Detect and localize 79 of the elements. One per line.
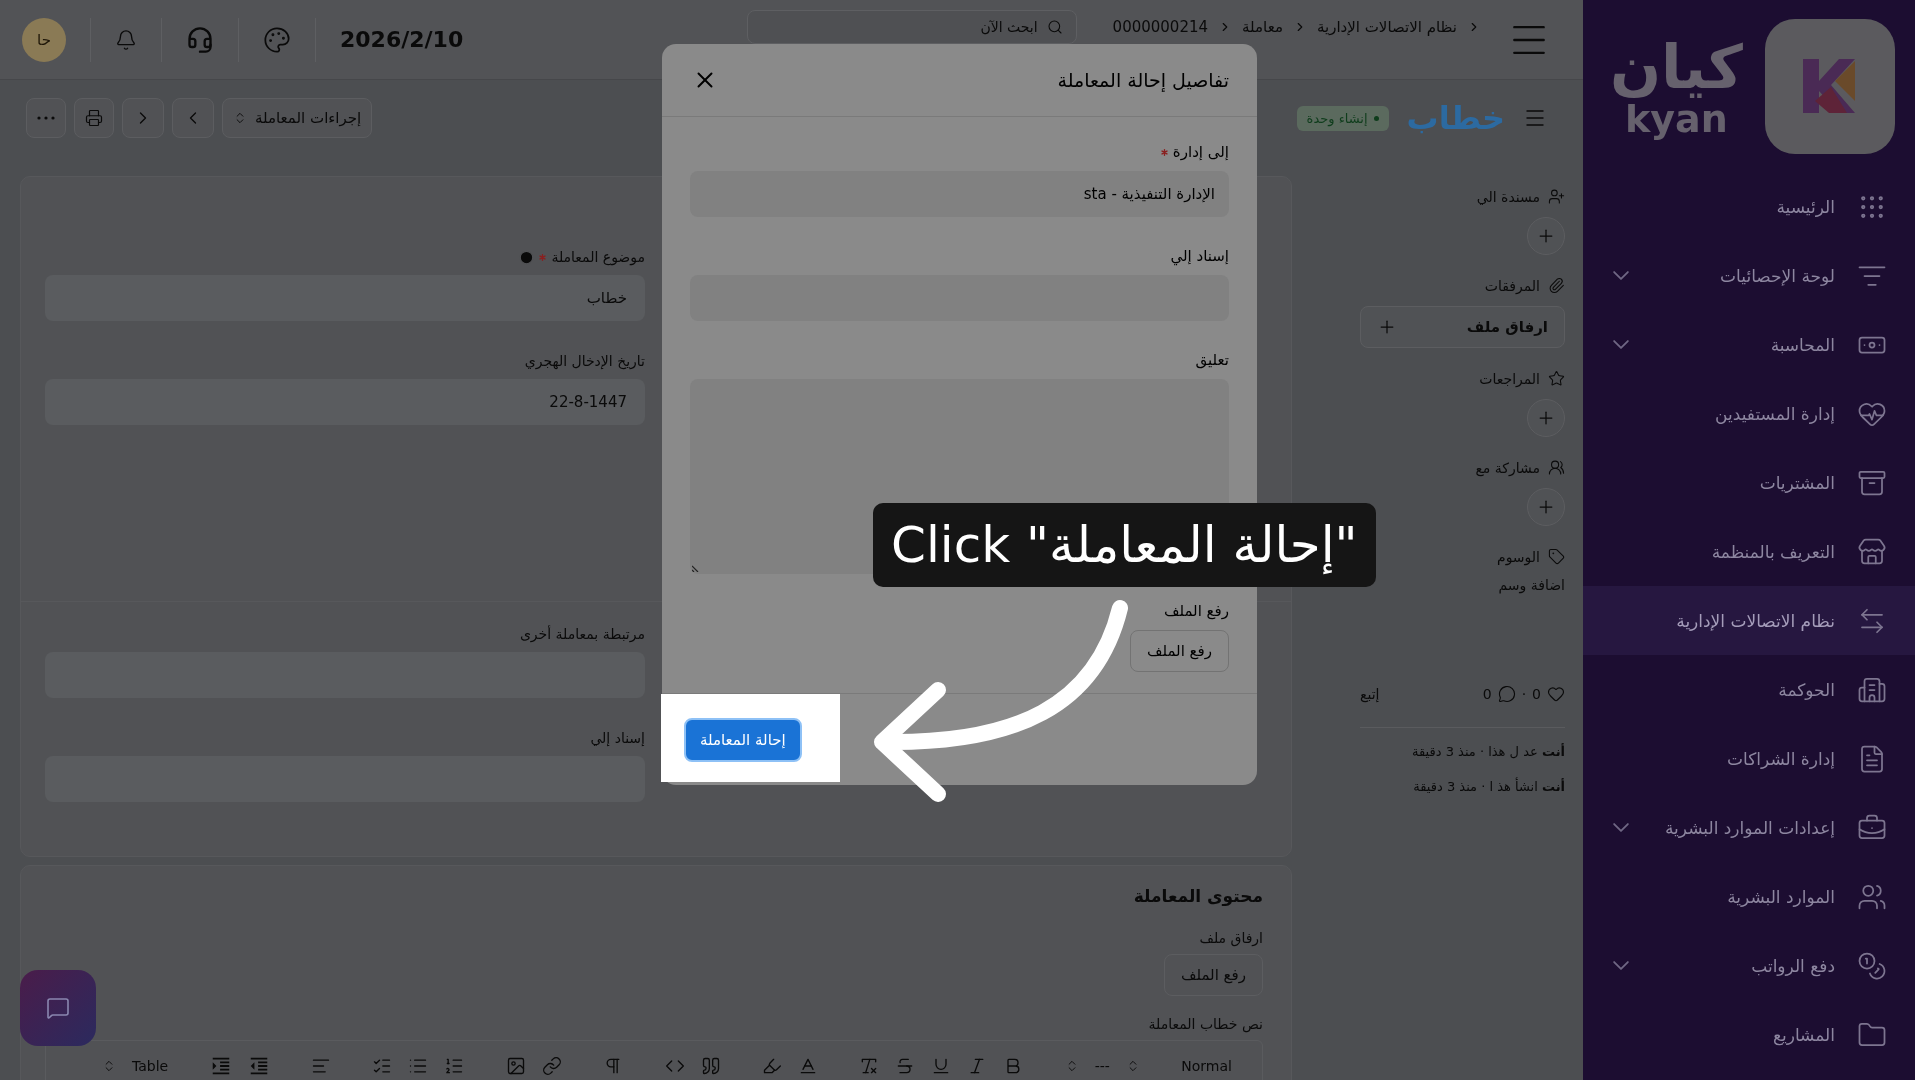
logo-text: kyan — [1625, 100, 1728, 138]
search-icon — [1046, 19, 1063, 35]
sidebar-item[interactable]: الحوكمة — [1583, 655, 1915, 724]
users-icon — [1548, 459, 1565, 476]
checklist-icon — [372, 1056, 393, 1076]
section-label: المرفقات — [1484, 277, 1540, 294]
field-label: إلى إدارة — [1172, 143, 1229, 161]
headset-icon[interactable] — [186, 25, 214, 54]
sidebar-item[interactable]: نظام الاتصالات الإدارية — [1583, 586, 1915, 655]
chat-icon — [46, 996, 70, 1020]
add-button[interactable] — [1527, 217, 1565, 255]
tutorial-tooltip: Click "إحالة المعاملة" — [873, 503, 1376, 587]
section-label: المراجعات — [1479, 370, 1540, 387]
k-logo-icon — [1803, 59, 1855, 113]
more-button[interactable] — [26, 98, 66, 138]
field-label: تاريخ الإدخال الهجري — [524, 353, 645, 369]
field-label: مرتبطة بمعاملة أخرى — [519, 626, 645, 642]
add-button[interactable] — [1527, 399, 1565, 437]
search-field[interactable]: ابحث الآن — [746, 10, 1077, 44]
user-plus-icon — [1548, 188, 1565, 205]
separator-dot: · — [1521, 686, 1527, 702]
sidebar-item[interactable]: لوحة الإحصائيات — [1583, 241, 1915, 310]
numbered-list-icon — [444, 1056, 465, 1076]
add-button[interactable] — [1527, 488, 1565, 526]
field-label: إسناد إلي — [1170, 247, 1229, 265]
date-text: 2026/2/10 — [340, 27, 464, 52]
comments-count: 0 — [1482, 686, 1492, 702]
quote-icon — [700, 1056, 721, 1076]
image-icon — [505, 1056, 526, 1076]
heart-icon — [1547, 685, 1565, 703]
section-label: الوسوم — [1496, 548, 1540, 565]
status-badge: إنشاء وحدة — [1296, 105, 1389, 131]
section-label: مشاركة مع — [1475, 459, 1540, 476]
sidebar-item[interactable]: المشاريع — [1583, 1000, 1915, 1069]
sidebar-item[interactable]: دفع الرواتب — [1583, 931, 1915, 1000]
sidebar-item[interactable]: التعريف بالمنظمة — [1583, 517, 1915, 586]
logo-text: كيان — [1609, 34, 1743, 100]
field-label: إسناد إلي — [590, 730, 645, 746]
page-title: خطاب — [1406, 99, 1505, 137]
sidebar-item[interactable]: إعدادات الموارد البشرية — [1583, 793, 1915, 862]
field-label: رفع الملف — [1163, 602, 1229, 620]
bell-icon[interactable] — [115, 28, 137, 51]
sidebar-item[interactable]: إدارة المستفيدين — [1583, 379, 1915, 448]
select-field[interactable]: الإدارة التنفيذية - sta — [690, 171, 1229, 217]
paperclip-icon — [1548, 277, 1565, 294]
field-label: تعليق — [1195, 351, 1229, 369]
sidebar-item[interactable]: إدارة الشراكات — [1583, 724, 1915, 793]
sidebar-item[interactable]: المشتريات — [1583, 448, 1915, 517]
section-title: محتوى المعاملة — [1132, 886, 1263, 906]
activity-entry: أنت عد ل هذا · منذ 3 دقيقة — [1411, 744, 1565, 759]
print-button[interactable] — [74, 98, 114, 138]
activity-entry: أنت انشأ هذ ا · منذ 3 دقيقة — [1412, 779, 1565, 794]
comment-icon — [1497, 685, 1516, 703]
chat-button[interactable] — [20, 970, 96, 1046]
printer-icon — [85, 109, 103, 127]
user-avatar[interactable]: حا — [22, 17, 66, 62]
next-button[interactable] — [122, 98, 164, 138]
tag-icon — [1548, 548, 1565, 565]
field-label: ارفاق ملف — [1198, 930, 1263, 946]
input-field[interactable]: 22-8-1447 — [45, 379, 645, 425]
link-icon — [541, 1056, 562, 1076]
section-label: مسندة الي — [1476, 188, 1540, 205]
sidebar-item[interactable]: الرئيسية — [1583, 172, 1915, 241]
modal-title: تفاصيل إحالة المعاملة — [1057, 69, 1229, 91]
field-label: نص خطاب المعاملة — [1147, 1016, 1263, 1032]
previous-button[interactable] — [172, 98, 214, 138]
upload-file-button[interactable]: رفع الملف — [1129, 630, 1229, 672]
ellipsis-icon — [37, 116, 55, 120]
store-icon — [1857, 536, 1887, 567]
field-label: موضوع المعاملة — [551, 249, 645, 265]
sidebar-item[interactable]: المحاسبة — [1583, 310, 1915, 379]
highlighter-icon — [761, 1056, 782, 1076]
palette-icon[interactable] — [263, 25, 291, 54]
sidebar-item[interactable]: الموارد البشرية — [1583, 862, 1915, 931]
star-icon — [1548, 370, 1565, 387]
coins-icon — [1857, 950, 1887, 981]
likes-count: 0 — [1532, 686, 1541, 702]
submit-button[interactable]: إحالة المعاملة — [684, 717, 802, 762]
input-field[interactable]: خطاب — [45, 275, 645, 321]
